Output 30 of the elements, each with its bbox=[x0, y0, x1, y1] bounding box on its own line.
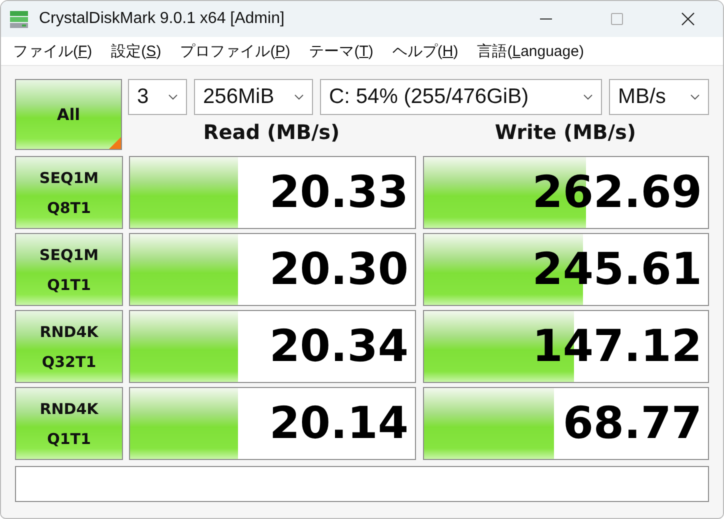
dropdown[interactable]: C: 54% (255/476GiB) bbox=[320, 79, 602, 115]
menu-item[interactable]: テーマ(T) bbox=[309, 42, 374, 60]
result-value: 20.33 bbox=[269, 167, 410, 218]
test-button[interactable]: RND4K Q1T1 bbox=[15, 387, 123, 460]
menu-item[interactable]: 言語(Language) bbox=[477, 42, 584, 60]
menu-item[interactable]: ファイル(F) bbox=[13, 42, 92, 60]
window-title: CrystalDiskMark 9.0.1 x64 [Admin] bbox=[39, 10, 284, 28]
menu-item[interactable]: 設定(S) bbox=[111, 42, 162, 60]
result-value: 68.77 bbox=[562, 398, 703, 449]
column-header: Write (MB/s) bbox=[494, 120, 638, 144]
dropdown[interactable]: 256MiB bbox=[194, 79, 313, 115]
dropdown[interactable]: 3 bbox=[128, 79, 187, 115]
chevron-down-icon bbox=[690, 94, 700, 100]
chevron-down-icon bbox=[168, 94, 178, 100]
result-value: 20.30 bbox=[269, 244, 410, 295]
test-button[interactable]: RND4K Q32T1 bbox=[15, 310, 123, 383]
close-icon[interactable] bbox=[681, 12, 695, 26]
all-button[interactable]: All bbox=[15, 79, 122, 150]
result-value: 20.14 bbox=[269, 398, 410, 449]
menu-item[interactable]: ヘルプ(H) bbox=[392, 42, 458, 60]
comment-field[interactable] bbox=[15, 466, 709, 502]
result-value: 20.34 bbox=[269, 321, 410, 372]
dropdown[interactable]: MB/s bbox=[609, 79, 709, 115]
disk-drive-icon bbox=[9, 9, 29, 29]
column-header: Read (MB/s) bbox=[202, 120, 341, 144]
test-button[interactable]: SEQ1M Q1T1 bbox=[15, 233, 123, 306]
test-button[interactable]: SEQ1M Q8T1 bbox=[15, 156, 123, 229]
menu-item[interactable]: プロファイル(P) bbox=[180, 42, 290, 60]
chevron-down-icon bbox=[294, 94, 304, 100]
chevron-down-icon bbox=[583, 94, 593, 100]
